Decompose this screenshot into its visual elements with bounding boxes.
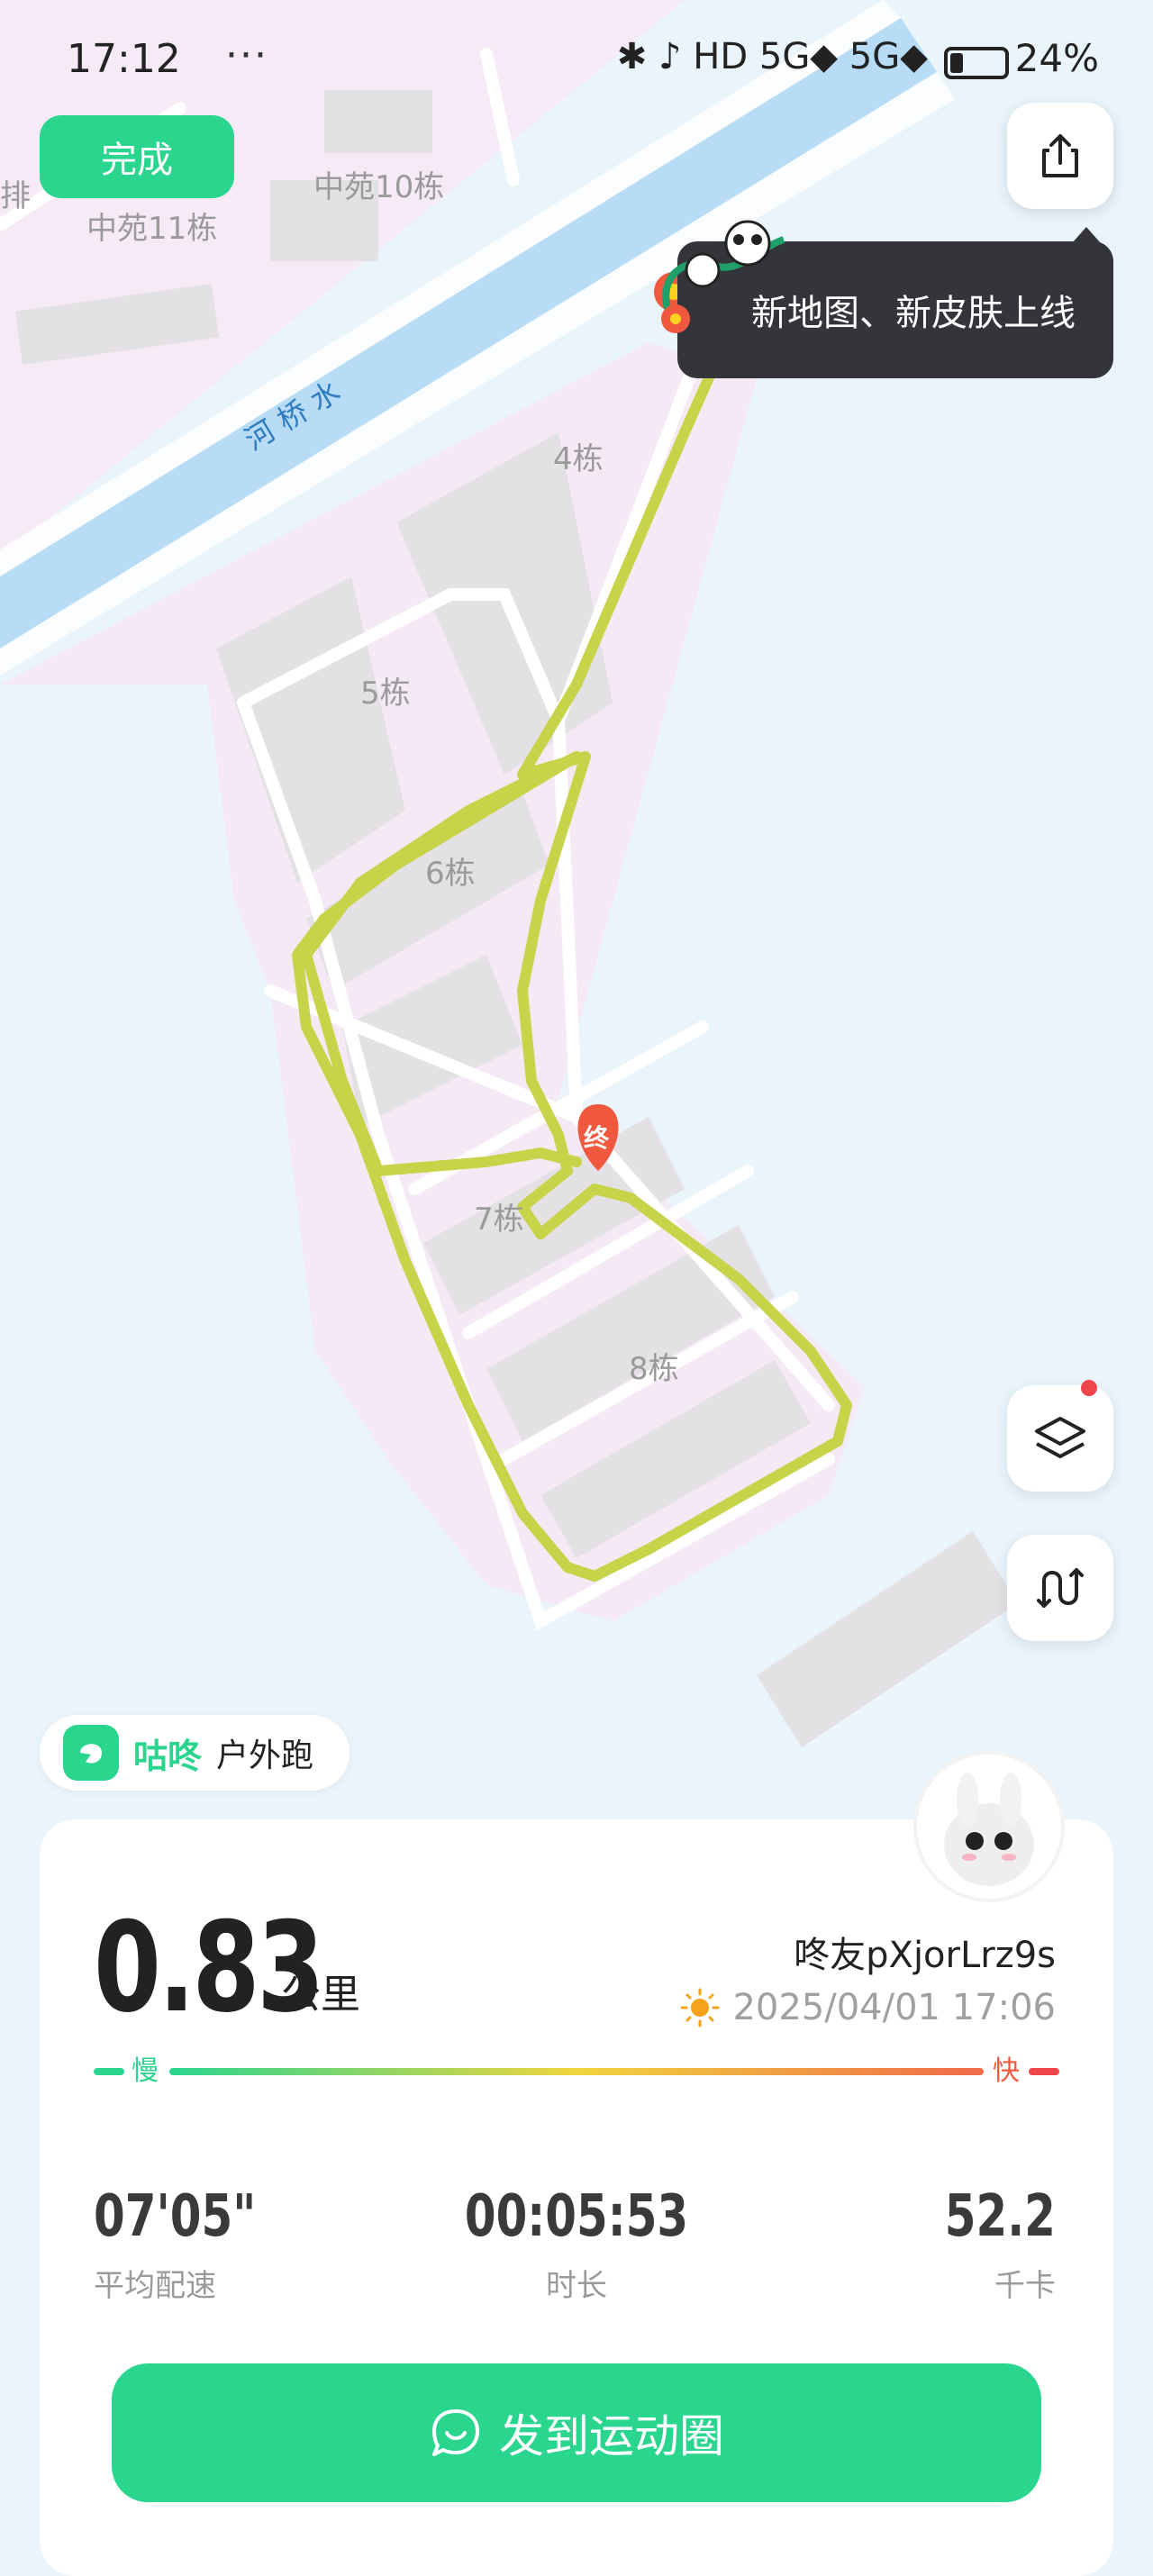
username: 咚友pXjorLrz9s	[794, 1935, 1056, 1976]
map-label-b8: 8栋	[629, 1351, 679, 1387]
map-label-b11: 中苑11栋	[86, 211, 218, 247]
date-row: 2025/04/01 17:06	[680, 1987, 1056, 2028]
activity-type: 户外跑	[216, 1737, 314, 1774]
route-replay-button[interactable]	[1007, 1535, 1113, 1641]
calories-label: 千卡	[994, 2268, 1056, 2304]
avg-pace-value: 07'05"	[94, 2183, 257, 2250]
app-brand-pill: 咕咚 户外跑	[40, 1715, 350, 1791]
avg-pace-label: 平均配速	[94, 2268, 216, 2304]
tooltip-text: 新地图、新皮肤上线	[751, 293, 1076, 334]
route-icon	[1037, 1568, 1084, 1608]
status-bar: 17:12 ··· ✱ ♪ HD 5G◆ 5G◆ 24%	[0, 0, 1153, 117]
pace-fast-label: 快	[993, 2055, 1020, 2087]
layers-icon	[1035, 1417, 1085, 1458]
avatar-icon	[944, 1773, 1034, 1886]
panda-route-icon	[661, 220, 785, 333]
end-marker-label: 终	[584, 1123, 610, 1153]
share-button[interactable]	[1007, 103, 1113, 209]
codoon-logo-icon	[63, 1725, 119, 1781]
stat-avg-pace: 07'05" 平均配速	[94, 2183, 302, 2305]
duration-label: 时长	[546, 2268, 607, 2304]
user-avatar[interactable]	[913, 1751, 1065, 1902]
map-label-b4: 4栋	[553, 441, 604, 477]
notification-dot	[1081, 1380, 1097, 1396]
map-label-b10: 中苑10栋	[313, 169, 445, 205]
post-button-label: 发到运动圈	[499, 2410, 724, 2463]
battery-icon	[944, 47, 1009, 79]
chat-smile-icon	[432, 2409, 479, 2456]
map-label-b5: 5栋	[360, 676, 411, 712]
activity-datetime: 2025/04/01 17:06	[732, 1987, 1056, 2028]
sun-icon	[680, 1988, 720, 2027]
distance-unit: 公里	[281, 1972, 360, 2018]
map-layers-button[interactable]	[1007, 1380, 1113, 1492]
duration-value: 00:05:53	[464, 2183, 689, 2250]
done-button[interactable]: 完成	[40, 115, 234, 198]
map-label-left-edge: 排	[0, 178, 31, 214]
brand-name: 咕咚	[133, 1736, 203, 1776]
stat-duration: 00:05:53 时长	[465, 2183, 688, 2305]
pace-slow-label: 慢	[132, 2055, 159, 2087]
status-time: 17:12	[67, 36, 181, 82]
map-label-b6: 6栋	[425, 856, 476, 892]
stat-calories: 52.2 千卡	[913, 2183, 1056, 2305]
map-label-b7: 7栋	[474, 1202, 524, 1238]
pace-gradient-bar	[94, 2068, 1059, 2075]
post-to-feed-button[interactable]: 发到运动圈	[112, 2363, 1041, 2502]
battery-percent: 24%	[1014, 36, 1099, 80]
share-icon	[1042, 134, 1078, 177]
calories-value: 52.2	[944, 2183, 1056, 2250]
status-extra: ···	[225, 32, 268, 78]
network-icons: ✱ ♪ HD 5G◆ 5G◆	[616, 36, 928, 77]
